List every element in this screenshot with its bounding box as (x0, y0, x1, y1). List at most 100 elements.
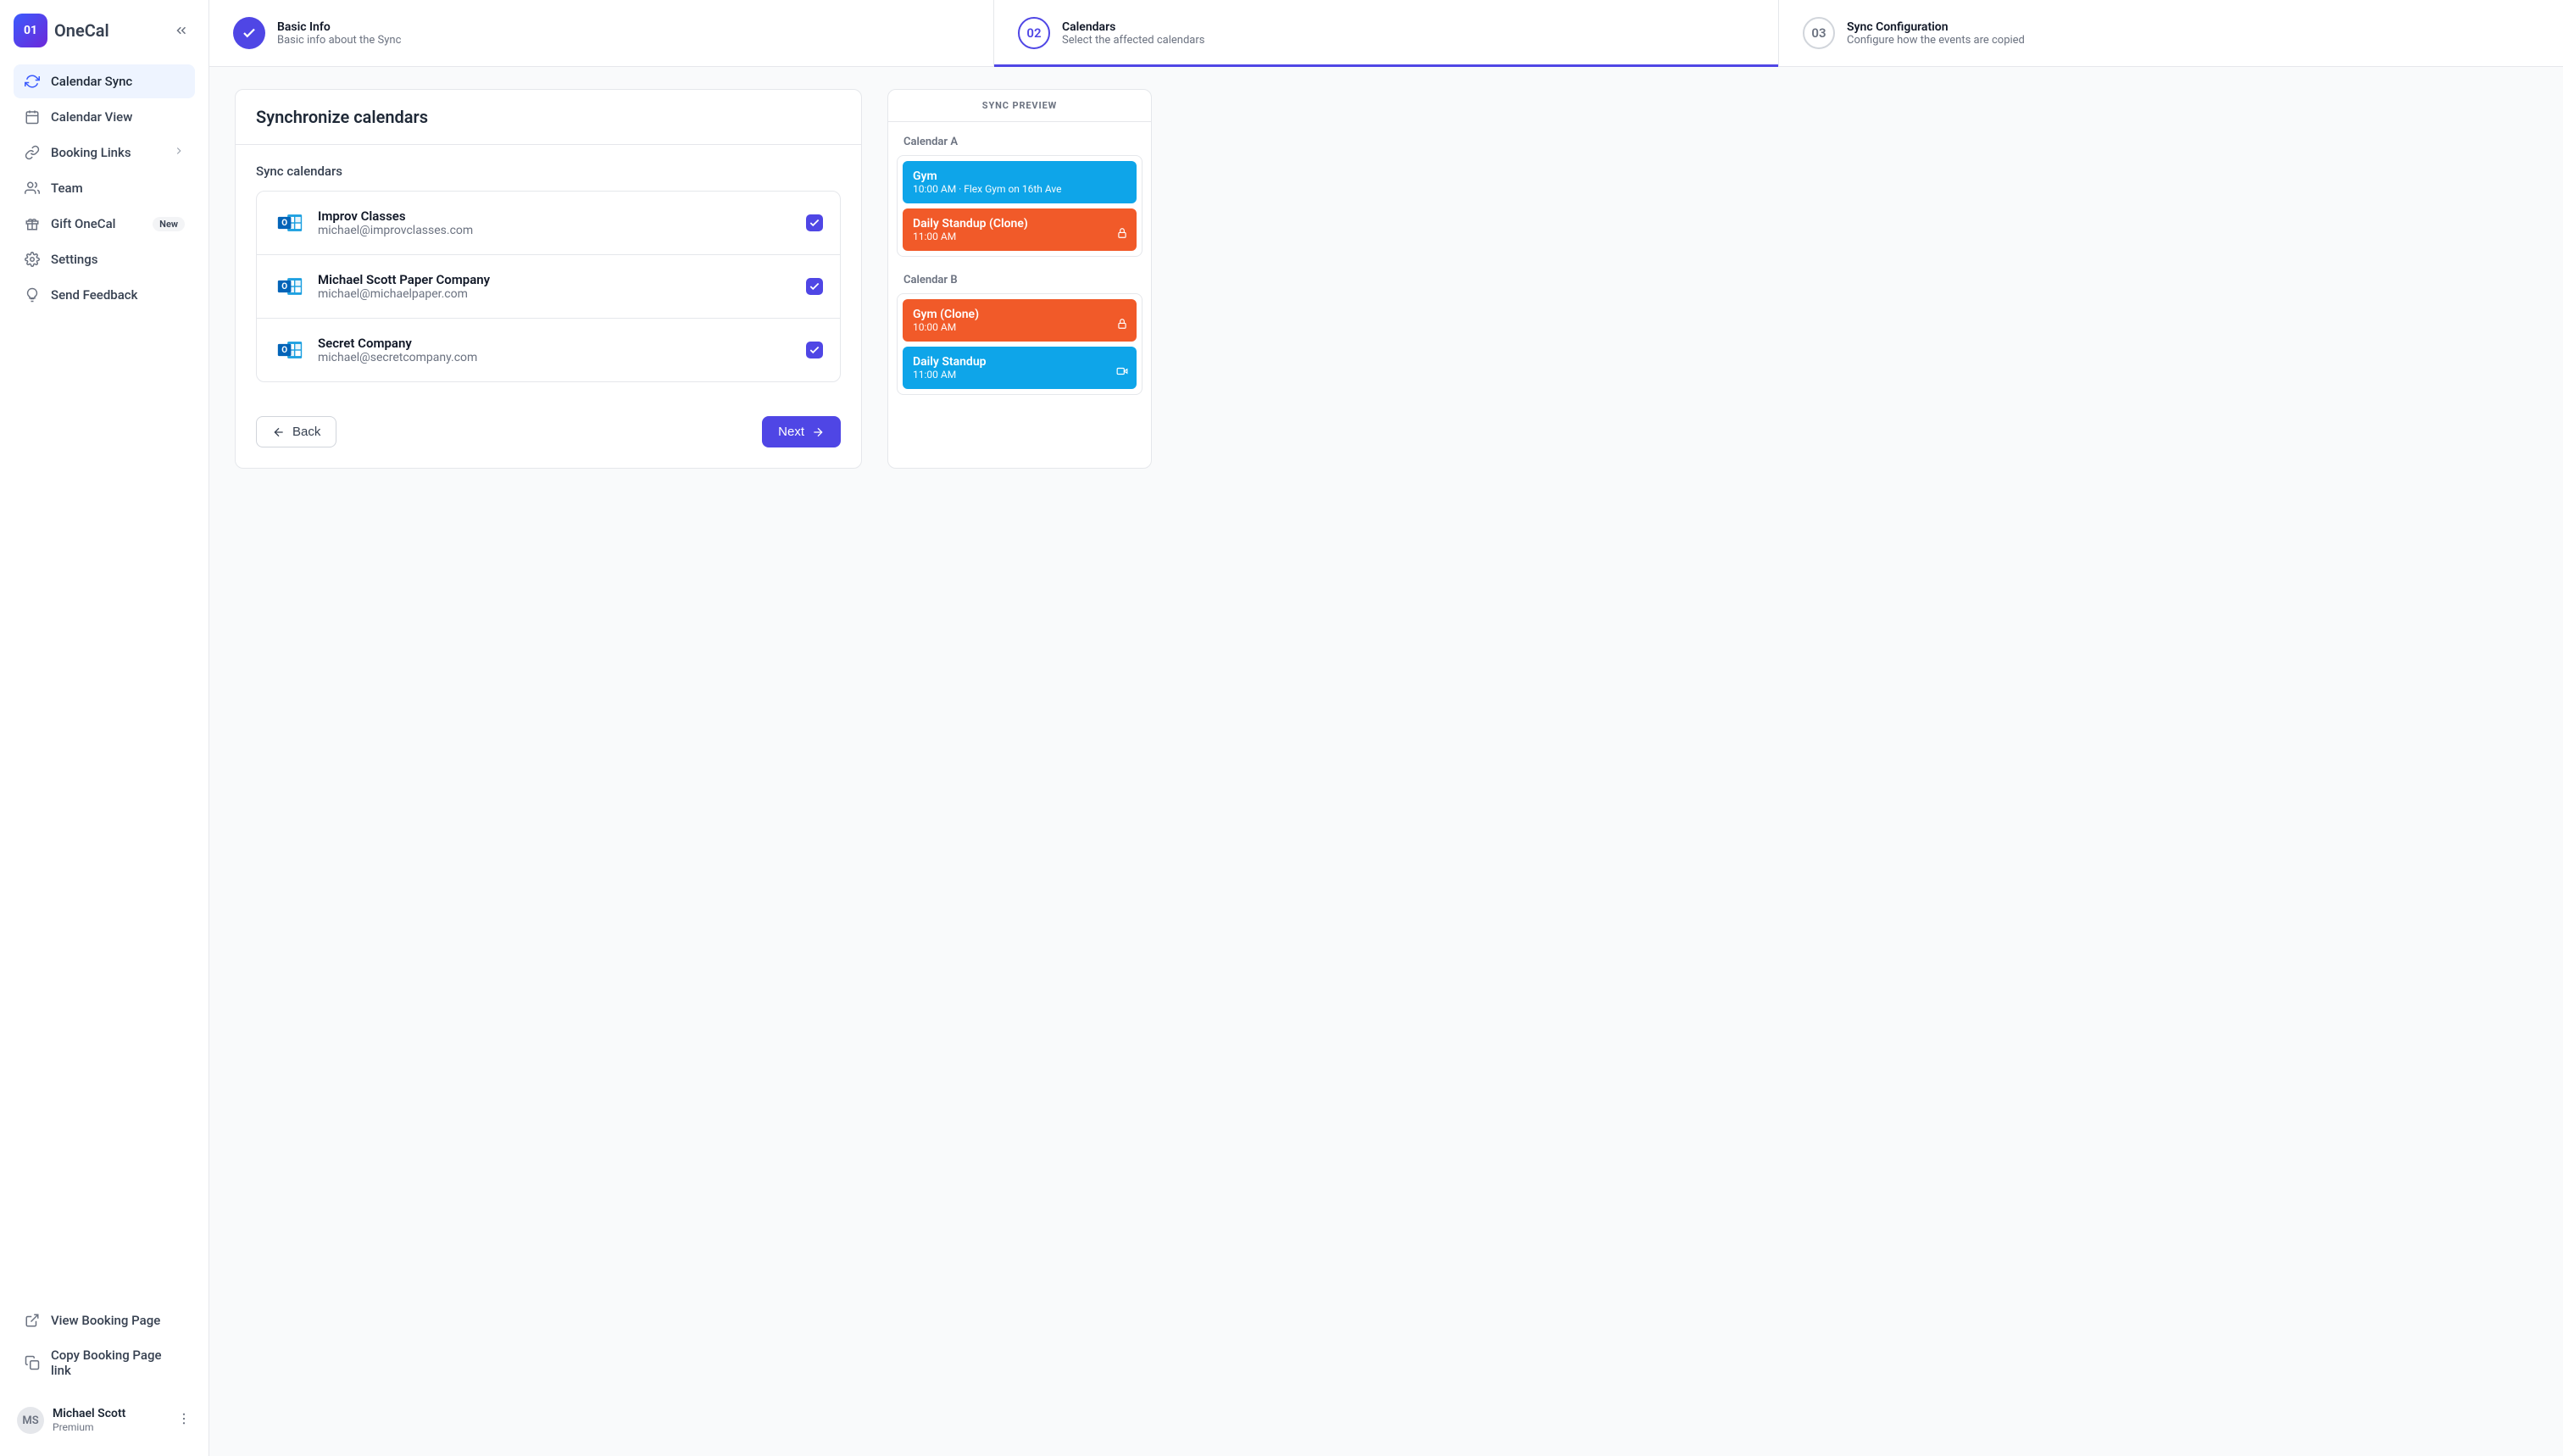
preview-calendar-b-title: Calendar B (897, 272, 1143, 293)
calendar-email: michael@secretcompany.com (318, 351, 477, 364)
calendar-checkbox[interactable] (806, 342, 823, 358)
back-button[interactable]: Back (256, 416, 336, 447)
step-title: Calendars (1062, 20, 1204, 34)
event-time: 11:00 AM (913, 369, 1126, 381)
collapse-sidebar-button[interactable] (168, 17, 195, 44)
sidebar-item-booking-links[interactable]: Booking Links (14, 136, 195, 169)
new-badge: New (153, 217, 185, 231)
bulb-icon (24, 286, 41, 303)
sync-preview-panel: SYNC PREVIEW Calendar A Gym 10:00 AM · F… (887, 89, 1152, 469)
svg-text:O: O (281, 282, 287, 292)
calendar-icon (24, 108, 41, 125)
logo[interactable]: 01 OneCal (14, 14, 109, 47)
content: Synchronize calendars Sync calendars O I… (209, 67, 2563, 491)
next-button[interactable]: Next (762, 416, 841, 447)
link-icon (24, 144, 41, 161)
stepper: Basic Info Basic info about the Sync 02 … (209, 0, 2563, 67)
sidebar-item-gift-onecal[interactable]: Gift OneCal New (14, 207, 195, 241)
sidebar-item-calendar-view[interactable]: Calendar View (14, 100, 195, 134)
back-button-label: Back (292, 425, 320, 439)
sidebar-item-copy-booking-link[interactable]: Copy Booking Page link (14, 1339, 195, 1387)
check-icon (809, 281, 820, 292)
check-icon (809, 217, 820, 229)
sidebar-item-team[interactable]: Team (14, 171, 195, 205)
video-icon (1116, 364, 1128, 381)
event-time: 11:00 AM (913, 231, 1126, 242)
arrow-left-icon (272, 425, 286, 439)
event-title: Daily Standup (Clone) (913, 217, 1126, 231)
main-panel: Synchronize calendars Sync calendars O I… (235, 89, 862, 469)
step-subtitle: Select the affected calendars (1062, 34, 1204, 47)
logo-text: OneCal (54, 20, 109, 41)
calendar-checkbox[interactable] (806, 278, 823, 295)
event-title: Daily Standup (913, 355, 1126, 369)
preview-calendar-b-events: Gym (Clone) 10:00 AM Daily Standup 11:00… (897, 293, 1143, 395)
calendar-email: michael@improvclasses.com (318, 224, 473, 237)
step-sync-configuration[interactable]: 03 Sync Configuration Configure how the … (1779, 0, 2563, 66)
sidebar-item-send-feedback[interactable]: Send Feedback (14, 278, 195, 312)
sidebar-footer: View Booking Page Copy Booking Page link… (14, 1303, 195, 1442)
copy-icon (24, 1354, 41, 1371)
step-done-circle (233, 17, 265, 49)
calendar-name: Michael Scott Paper Company (318, 272, 490, 287)
arrow-right-icon (811, 425, 825, 439)
gift-icon (24, 215, 41, 232)
preview-calendar-a-title: Calendar A (897, 134, 1143, 155)
section-title: Sync calendars (256, 164, 841, 179)
svg-text:O: O (281, 346, 287, 355)
sidebar-item-label: Settings (51, 252, 98, 267)
event-title: Gym (913, 169, 1126, 183)
sidebar-item-view-booking-page[interactable]: View Booking Page (14, 1303, 195, 1337)
step-number: 02 (1018, 17, 1050, 49)
calendar-checkbox[interactable] (806, 214, 823, 231)
preview-event: Gym 10:00 AM · Flex Gym on 16th Ave (903, 161, 1137, 203)
preview-calendar-a-events: Gym 10:00 AM · Flex Gym on 16th Ave Dail… (897, 155, 1143, 257)
chevron-left-icon (174, 23, 189, 38)
user-name: Michael Scott (53, 1407, 125, 1421)
user-row: MS Michael Scott Premium (14, 1398, 195, 1442)
sidebar-item-label: Calendar Sync (51, 74, 132, 89)
calendar-email: michael@michaelpaper.com (318, 287, 490, 301)
sidebar-item-calendar-sync[interactable]: Calendar Sync (14, 64, 195, 98)
sidebar-item-settings[interactable]: Settings (14, 242, 195, 276)
event-time: 10:00 AM · Flex Gym on 16th Ave (913, 183, 1126, 195)
gear-icon (24, 251, 41, 268)
sidebar-item-label: Calendar View (51, 109, 132, 125)
lock-icon (1116, 226, 1128, 242)
preview-event: Daily Standup (Clone) 11:00 AM (903, 208, 1137, 251)
step-title: Sync Configuration (1847, 20, 2025, 34)
user-info: Michael Scott Premium (53, 1407, 125, 1433)
svg-text:O: O (281, 219, 287, 228)
calendar-name: Improv Classes (318, 208, 473, 224)
lock-icon (1116, 317, 1128, 333)
calendar-row: O Michael Scott Paper Company michael@mi… (257, 255, 840, 319)
preview-heading: SYNC PREVIEW (888, 90, 1151, 122)
step-title: Basic Info (277, 20, 401, 34)
step-basic-info[interactable]: Basic Info Basic info about the Sync (209, 0, 994, 66)
sync-icon (24, 73, 41, 90)
chevron-right-icon (173, 145, 185, 160)
sidebar-item-label: Booking Links (51, 145, 131, 160)
check-icon (809, 344, 820, 356)
user-plan: Premium (53, 1421, 125, 1433)
step-number: 03 (1803, 17, 1835, 49)
page-title: Synchronize calendars (236, 90, 861, 145)
calendar-list: O Improv Classes michael@improvclasses.c… (256, 191, 841, 382)
sidebar-header: 01 OneCal (14, 14, 195, 47)
more-vertical-icon (176, 1411, 192, 1426)
main: Basic Info Basic info about the Sync 02 … (209, 0, 2563, 1456)
preview-event: Gym (Clone) 10:00 AM (903, 299, 1137, 342)
check-icon (242, 25, 257, 41)
sidebar-item-label: Copy Booking Page link (51, 1348, 185, 1378)
user-menu-button[interactable] (176, 1411, 192, 1430)
outlook-icon: O (274, 334, 306, 366)
step-calendars[interactable]: 02 Calendars Select the affected calenda… (994, 0, 1779, 66)
avatar: MS (17, 1407, 44, 1434)
sidebar-item-label: Team (51, 181, 83, 196)
users-icon (24, 180, 41, 197)
outlook-icon: O (274, 270, 306, 303)
sidebar-item-label: Send Feedback (51, 287, 137, 303)
step-subtitle: Configure how the events are copied (1847, 34, 2025, 47)
step-subtitle: Basic info about the Sync (277, 34, 401, 47)
sidebar-item-label: View Booking Page (51, 1313, 160, 1328)
